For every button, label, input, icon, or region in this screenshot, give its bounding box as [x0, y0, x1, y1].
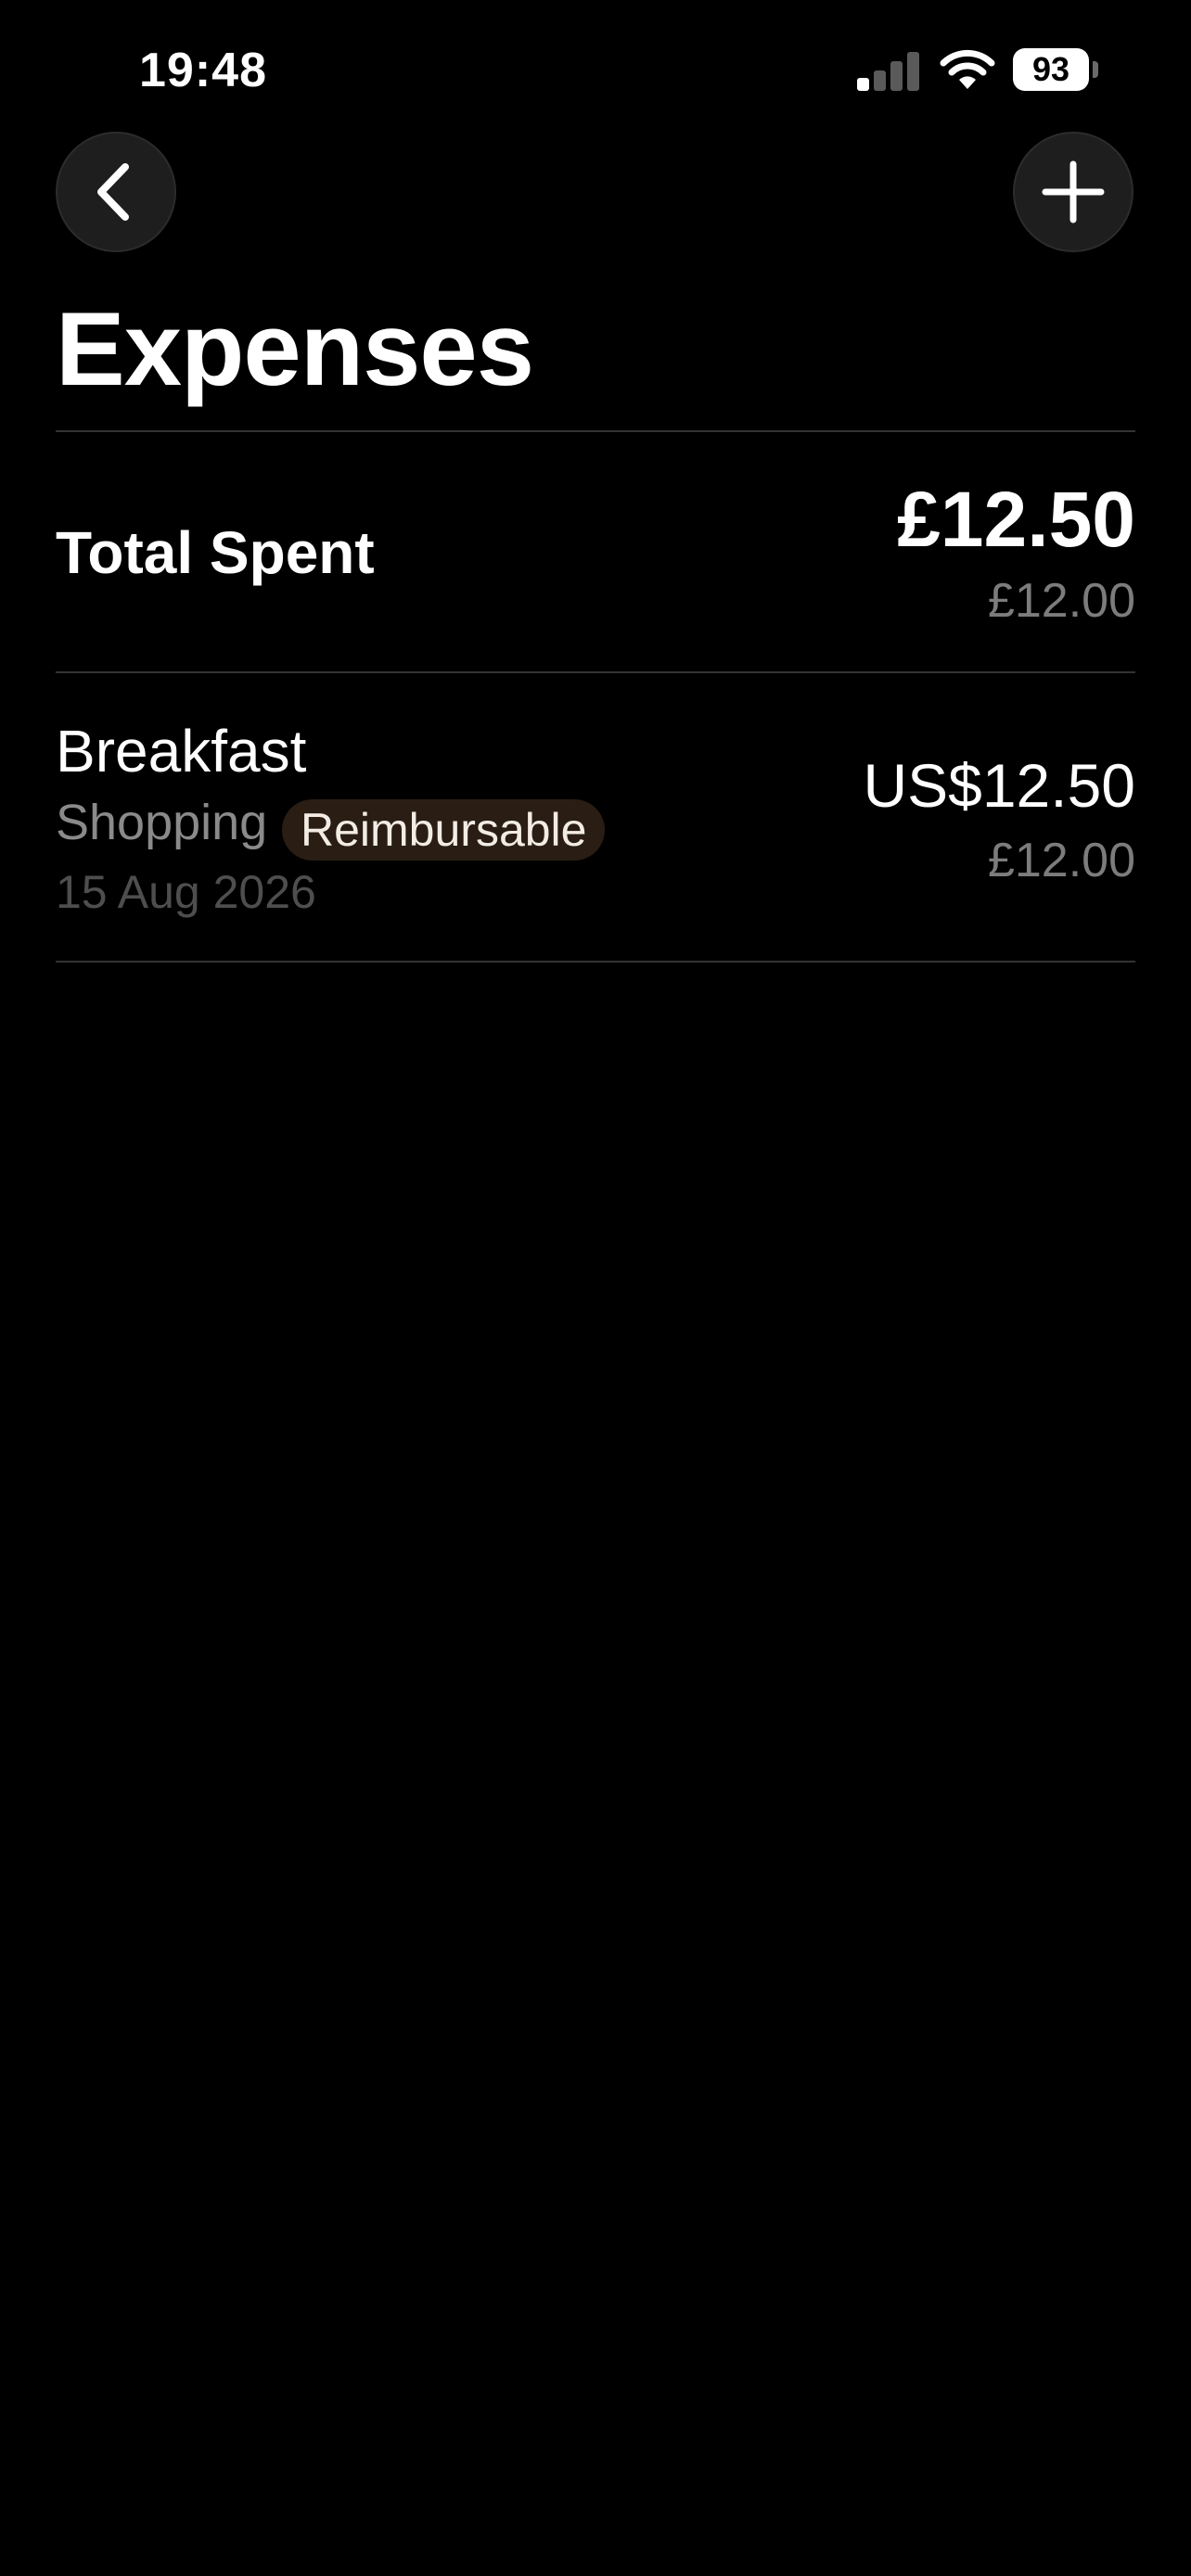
expense-row[interactable]: Breakfast Shopping Reimbursable 15 Aug 2…: [56, 677, 1135, 961]
expense-secondary-amount: £12.00: [987, 834, 1135, 887]
total-spent-secondary-amount: £12.00: [987, 574, 1135, 628]
page-title: Expenses: [56, 291, 534, 407]
total-spent-label: Total Spent: [56, 519, 375, 586]
add-expense-button[interactable]: [1013, 132, 1133, 252]
expense-category: Shopping: [56, 795, 268, 850]
plus-icon: [1042, 160, 1105, 223]
back-button[interactable]: [56, 132, 176, 252]
chevron-left-icon: [97, 163, 129, 221]
cellular-signal-icon: [857, 50, 920, 91]
wifi-icon: [939, 48, 996, 91]
battery-icon: 93: [1013, 48, 1089, 91]
reimbursable-badge: Reimbursable: [282, 799, 606, 861]
status-time: 19:48: [139, 44, 267, 97]
expense-amount: US$12.50: [863, 751, 1135, 820]
divider: [56, 430, 1135, 432]
expense-date: 15 Aug 2026: [56, 866, 316, 918]
divider: [56, 961, 1135, 963]
divider: [56, 671, 1135, 673]
battery-level: 93: [1031, 50, 1070, 88]
total-spent-amount: £12.50: [897, 476, 1135, 563]
expense-title: Breakfast: [56, 718, 307, 784]
battery-tip: [1093, 61, 1098, 78]
